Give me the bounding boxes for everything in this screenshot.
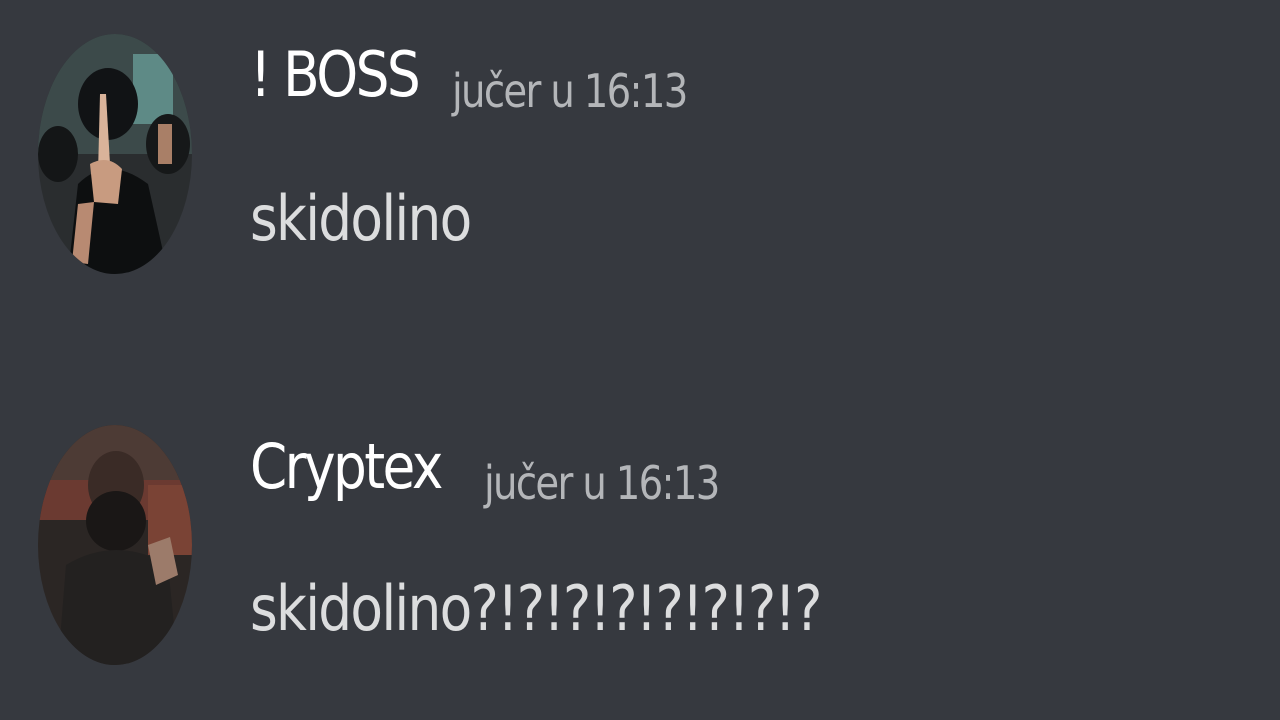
chat-message: Cryptex jučer u 16:13 skidolino?!?!?!?!?…	[0, 390, 1280, 690]
message-header: ! BOSS jučer u 16:13	[250, 44, 688, 115]
masked-people-avatar-icon	[38, 34, 192, 274]
username[interactable]: ! BOSS	[250, 44, 421, 106]
chat-message-list: ! BOSS jučer u 16:13 skidolino Cryptex j…	[0, 0, 1280, 720]
username[interactable]: Cryptex	[250, 436, 443, 498]
timestamp: jučer u 16:13	[484, 456, 720, 510]
message-text: skidolino	[250, 182, 472, 255]
message-header: Cryptex jučer u 16:13	[250, 436, 720, 507]
avatar[interactable]	[38, 425, 192, 665]
masked-person-avatar-icon	[38, 425, 192, 665]
timestamp: jučer u 16:13	[452, 64, 688, 118]
message-text: skidolino?!?!?!?!?!?!?!?	[250, 572, 822, 645]
chat-message: ! BOSS jučer u 16:13 skidolino	[0, 0, 1280, 300]
avatar[interactable]	[38, 34, 192, 274]
